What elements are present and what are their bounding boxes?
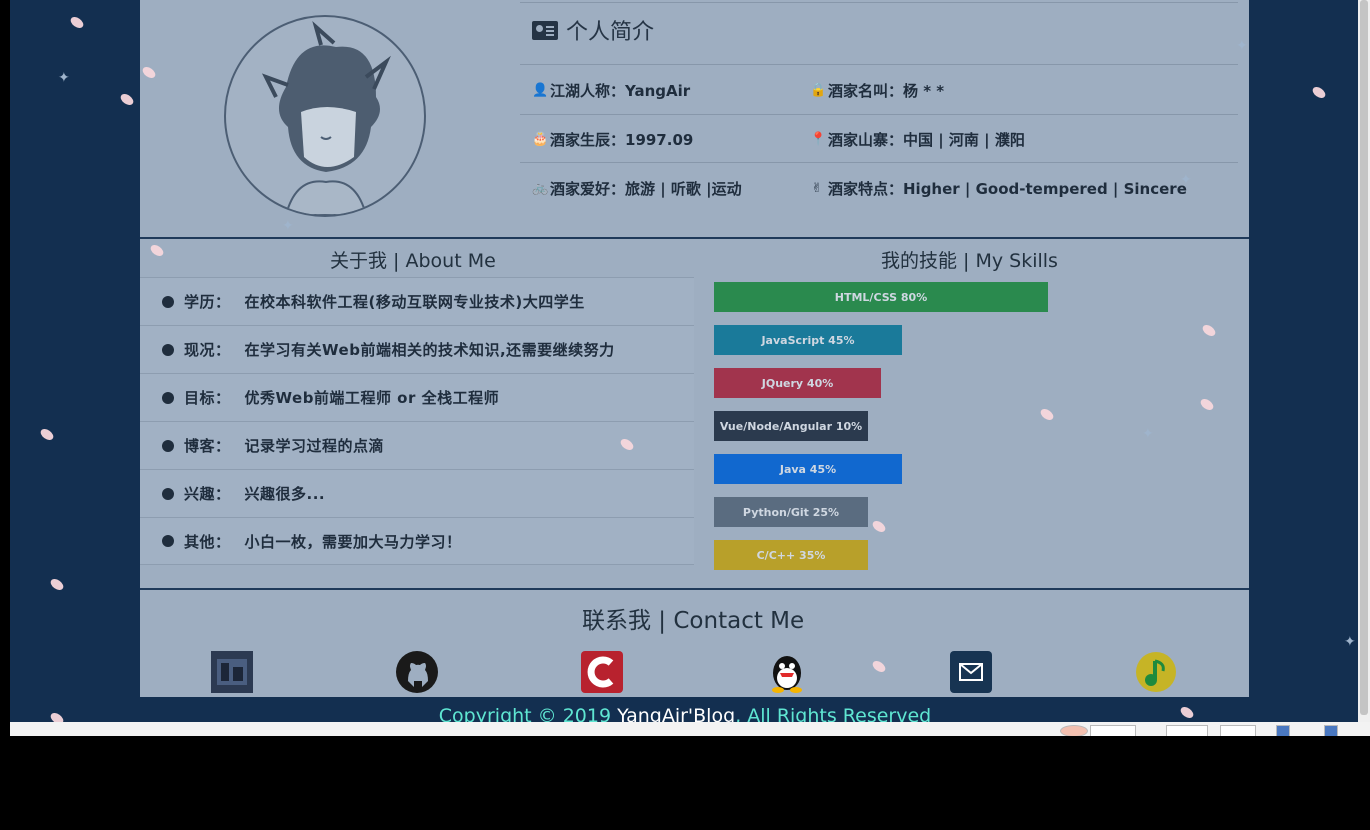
status-field [1166,725,1208,736]
petal-decoration [68,14,86,31]
about-row: 目标： 优秀Web前端工程师 or 全栈工程师 [140,373,694,421]
about-row: 其他： 小白一枚，需要加大马力学习！ [140,517,694,565]
skills-title: 我的技能 | My Skills [881,250,1058,272]
skill-bar-javascript: JavaScript 45% [714,325,902,355]
info-realname-text: 酒家名叫：杨 * * [828,82,945,100]
content-panel: 个人简介 👤 江湖人称：YangAir 🔒 酒家名叫：杨 * * 🎂 酒家生辰：… [140,0,1249,697]
info-traits: ✌ 酒家特点：Higher | Good-tempered | Sincere [810,178,1187,199]
about-value: 优秀Web前端工程师 or 全栈工程师 [244,389,500,407]
status-indicator [1276,725,1290,736]
skill-bar-jquery: JQuery 40% [714,368,881,398]
sparkle-decoration: ✦ [1236,38,1248,54]
info-hobby: 🚲 酒家爱好：旅游 | 听歌 |运动 [532,178,742,199]
github-icon[interactable] [396,651,438,693]
info-hometown-text: 酒家山寨：中国 | 河南 | 濮阳 [828,131,1025,149]
copyright-brand[interactable]: YangAir'Blog [617,705,735,722]
copyright-prefix: Copyright © 2019 [438,705,618,722]
about-row: 现况： 在学习有关Web前端相关的技术知识,还需要继续努力 [140,325,694,373]
vertical-scrollbar[interactable] [1358,0,1370,722]
sparkle-decoration: ✦ [1180,172,1192,188]
sparkle-decoration: ✦ [282,218,294,234]
status-indicator [1324,725,1338,736]
hand-peace-icon: ✌ [811,181,823,196]
about-row: 博客： 记录学习过程的点滴 [140,421,694,469]
about-key: 学历： [184,293,231,311]
petal-decoration [38,426,56,443]
skill-bar-c: C/C++ 35% [714,540,868,570]
info-realname: 🔒 酒家名叫：杨 * * [810,80,944,101]
info-hometown: 📍 酒家山寨：中国 | 河南 | 濮阳 [810,129,1025,150]
bullet-icon [162,439,174,452]
copyright-footer: Copyright © 2019 YangAir'Blog, All Right… [0,704,1370,722]
bullet-icon [162,487,174,500]
status-field [1220,725,1256,736]
petal-decoration [48,576,66,593]
bullet-icon [162,391,174,404]
sparkle-decoration: ✦ [1142,426,1154,442]
blog-icon[interactable] [211,651,253,693]
map-marker-icon: 📍 [810,132,827,147]
csdn-icon[interactable] [581,651,623,693]
page-background: 个人简介 👤 江湖人称：YangAir 🔒 酒家名叫：杨 * * 🎂 酒家生辰：… [10,0,1358,722]
info-hobby-text: 酒家爱好：旅游 | 听歌 |运动 [550,180,742,198]
status-indicator [1060,725,1088,736]
status-bar [10,722,1370,736]
info-nickname-text: 江湖人称：YangAir [550,82,691,100]
sparkle-decoration: ✦ [1344,634,1356,650]
info-birthday-text: 酒家生辰：1997.09 [550,131,694,149]
profile-line [520,64,1238,65]
about-list: 学历： 在校本科软件工程(移动互联网专业技术)大四学生 现况： 在学习有关Web前端… [140,277,694,565]
profile-line [520,114,1238,115]
about-value: 在校本科软件工程(移动互联网专业技术)大四学生 [244,293,585,311]
bicycle-icon: 🚲 [532,181,549,196]
info-nickname: 👤 江湖人称：YangAir [532,80,690,101]
email-icon[interactable] [950,651,992,693]
about-value: 在学习有关Web前端相关的技术知识,还需要继续努力 [244,341,615,359]
profile-title: 个人简介 [532,14,654,46]
about-title: 关于我 | About Me [330,250,496,272]
info-birthday: 🎂 酒家生辰：1997.09 [532,129,693,150]
about-key: 其他： [184,532,231,551]
qq-icon[interactable] [766,651,808,693]
music-icon[interactable] [1135,651,1177,693]
id-card-icon [532,20,558,40]
skill-bar-vue: Vue/Node/Angular 10% [714,411,868,441]
contact-title: 联系我 | Contact Me [582,608,805,634]
about-key: 博客： [184,437,231,455]
skill-bar-python: Python/Git 25% [714,497,868,527]
user-icon: 👤 [532,83,549,98]
section-divider [140,588,1249,590]
about-row: 学历： 在校本科软件工程(移动互联网专业技术)大四学生 [140,277,694,325]
skill-bar-java: Java 45% [714,454,902,484]
about-value: 小白一枚，需要加大马力学习！ [244,532,462,551]
skill-bar-html: HTML/CSS 80% [714,282,1048,312]
about-value: 兴趣很多... [244,485,326,503]
profile-line [520,2,1238,3]
about-row: 兴趣： 兴趣很多... [140,469,694,517]
cake-icon: 🎂 [532,132,549,147]
scrollbar-thumb[interactable] [1360,0,1368,715]
about-key: 目标： [184,389,231,407]
petal-decoration [1310,84,1328,101]
about-key: 兴趣： [184,485,231,503]
copyright-suffix: , All Rights Reserved [735,705,932,722]
bullet-icon [162,295,174,308]
status-field [1090,725,1136,736]
bullet-icon [162,535,174,547]
lock-icon: 🔒 [810,83,827,98]
petal-decoration [118,91,136,108]
bullet-icon [162,343,174,356]
sparkle-decoration: ✦ [58,70,70,86]
avatar [224,15,426,217]
profile-line [520,162,1238,163]
about-value: 记录学习过程的点滴 [244,437,385,455]
info-traits-text: 酒家特点：Higher | Good-tempered | Sincere [828,180,1187,198]
about-key: 现况： [184,341,231,359]
profile-title-text: 个人简介 [566,20,655,45]
section-divider [140,237,1249,239]
